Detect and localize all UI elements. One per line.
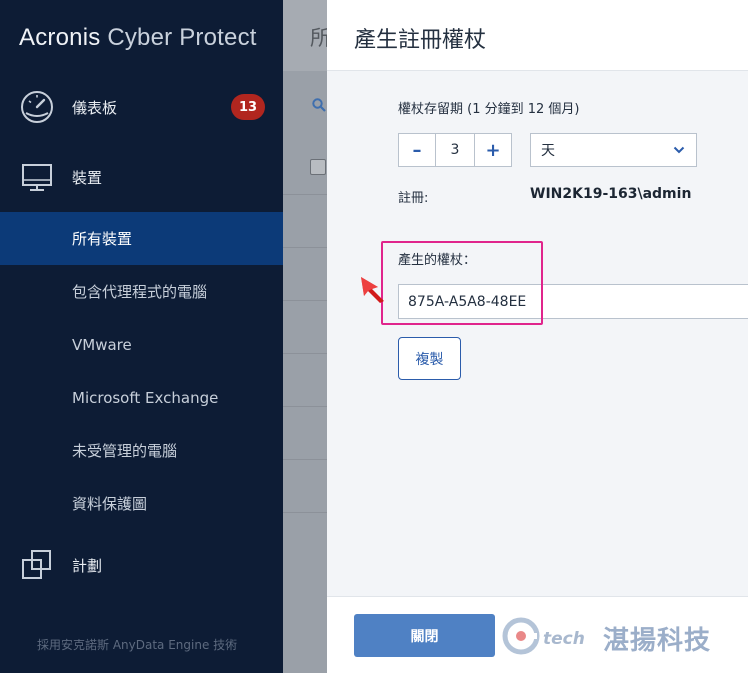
sidebar-item-microsoft-exchange[interactable]: Microsoft Exchange <box>0 371 283 424</box>
sidebar-item-data-protection-map[interactable]: 資料保護圖 <box>0 477 283 530</box>
sidebar-item-plans[interactable]: 計劃 <box>0 535 283 595</box>
sidebar-item-vmware[interactable]: VMware <box>0 318 283 371</box>
generate-token-dialog: 產生註冊權杖 權杖存留期 (1 分鐘到 12 個月) – 3 + 天 註冊: W… <box>327 0 748 673</box>
sidebar-item-machines-with-agents[interactable]: 包含代理程式的電腦 <box>0 265 283 318</box>
speedometer-icon <box>21 91 53 123</box>
row-divider <box>283 300 327 301</box>
select-all-checkbox <box>310 159 326 175</box>
sidebar-item-label: 儀表板 <box>72 98 118 117</box>
lifetime-unit-select[interactable]: 天 <box>530 133 697 167</box>
annotation-highlight-box <box>381 241 543 325</box>
row-divider <box>283 194 327 195</box>
powered-by-text: 採用安克諾斯 AnyData Engine 技術 <box>37 638 238 652</box>
sidebar: Acronis Cyber Protect 儀表板 13 裝置 所有裝置 包含代… <box>0 0 283 673</box>
row-divider <box>283 406 327 407</box>
sidebar-item-label: 裝置 <box>72 168 103 187</box>
sidebar-item-all-devices[interactable]: 所有裝置 <box>0 212 283 265</box>
row-divider <box>283 459 327 460</box>
row-divider <box>283 512 327 513</box>
dialog-footer: 關閉 tech 湛揚科技 <box>327 596 748 673</box>
copy-button[interactable]: 複製 <box>398 337 461 380</box>
increment-button[interactable]: + <box>475 134 511 166</box>
row-divider <box>283 353 327 354</box>
alert-count-badge: 13 <box>231 94 265 120</box>
sidebar-item-unmanaged-machines[interactable]: 未受管理的電腦 <box>0 424 283 477</box>
search-icon <box>312 98 326 112</box>
background-page-title: 所 <box>310 26 327 50</box>
lifetime-stepper: – 3 + <box>398 133 512 167</box>
registration-label: 註冊: <box>398 191 429 206</box>
dialog-title: 產生註冊權杖 <box>354 28 487 53</box>
background-page-overlay: 所 <box>283 0 327 673</box>
close-button[interactable]: 關閉 <box>354 614 495 657</box>
watermark: tech 湛揚科技 <box>499 611 744 661</box>
sidebar-item-devices[interactable]: 裝置 <box>0 147 283 207</box>
app-logo: Acronis Cyber Protect <box>19 24 257 51</box>
sidebar-item-dashboard[interactable]: 儀表板 13 <box>0 77 283 137</box>
registration-account: WIN2K19-163\admin <box>530 186 692 202</box>
dialog-header: 產生註冊權杖 <box>327 0 748 71</box>
watermark-tech: tech <box>543 629 585 649</box>
chevron-down-icon <box>673 146 685 154</box>
dialog-body: 權杖存留期 (1 分鐘到 12 個月) – 3 + 天 註冊: WIN2K19-… <box>327 71 748 596</box>
row-divider <box>283 247 327 248</box>
select-value: 天 <box>541 143 555 159</box>
plans-icon <box>22 550 51 579</box>
token-lifetime-label: 權杖存留期 (1 分鐘到 12 個月) <box>398 102 580 117</box>
lifetime-value-input[interactable]: 3 <box>435 134 475 166</box>
watermark-text: 湛揚科技 <box>603 626 712 656</box>
sidebar-item-label: 計劃 <box>72 556 103 575</box>
monitor-icon <box>22 164 52 191</box>
decrement-button[interactable]: – <box>399 134 435 166</box>
watermark-logo-icon <box>502 617 540 655</box>
annotation-arrow-icon <box>361 277 384 303</box>
